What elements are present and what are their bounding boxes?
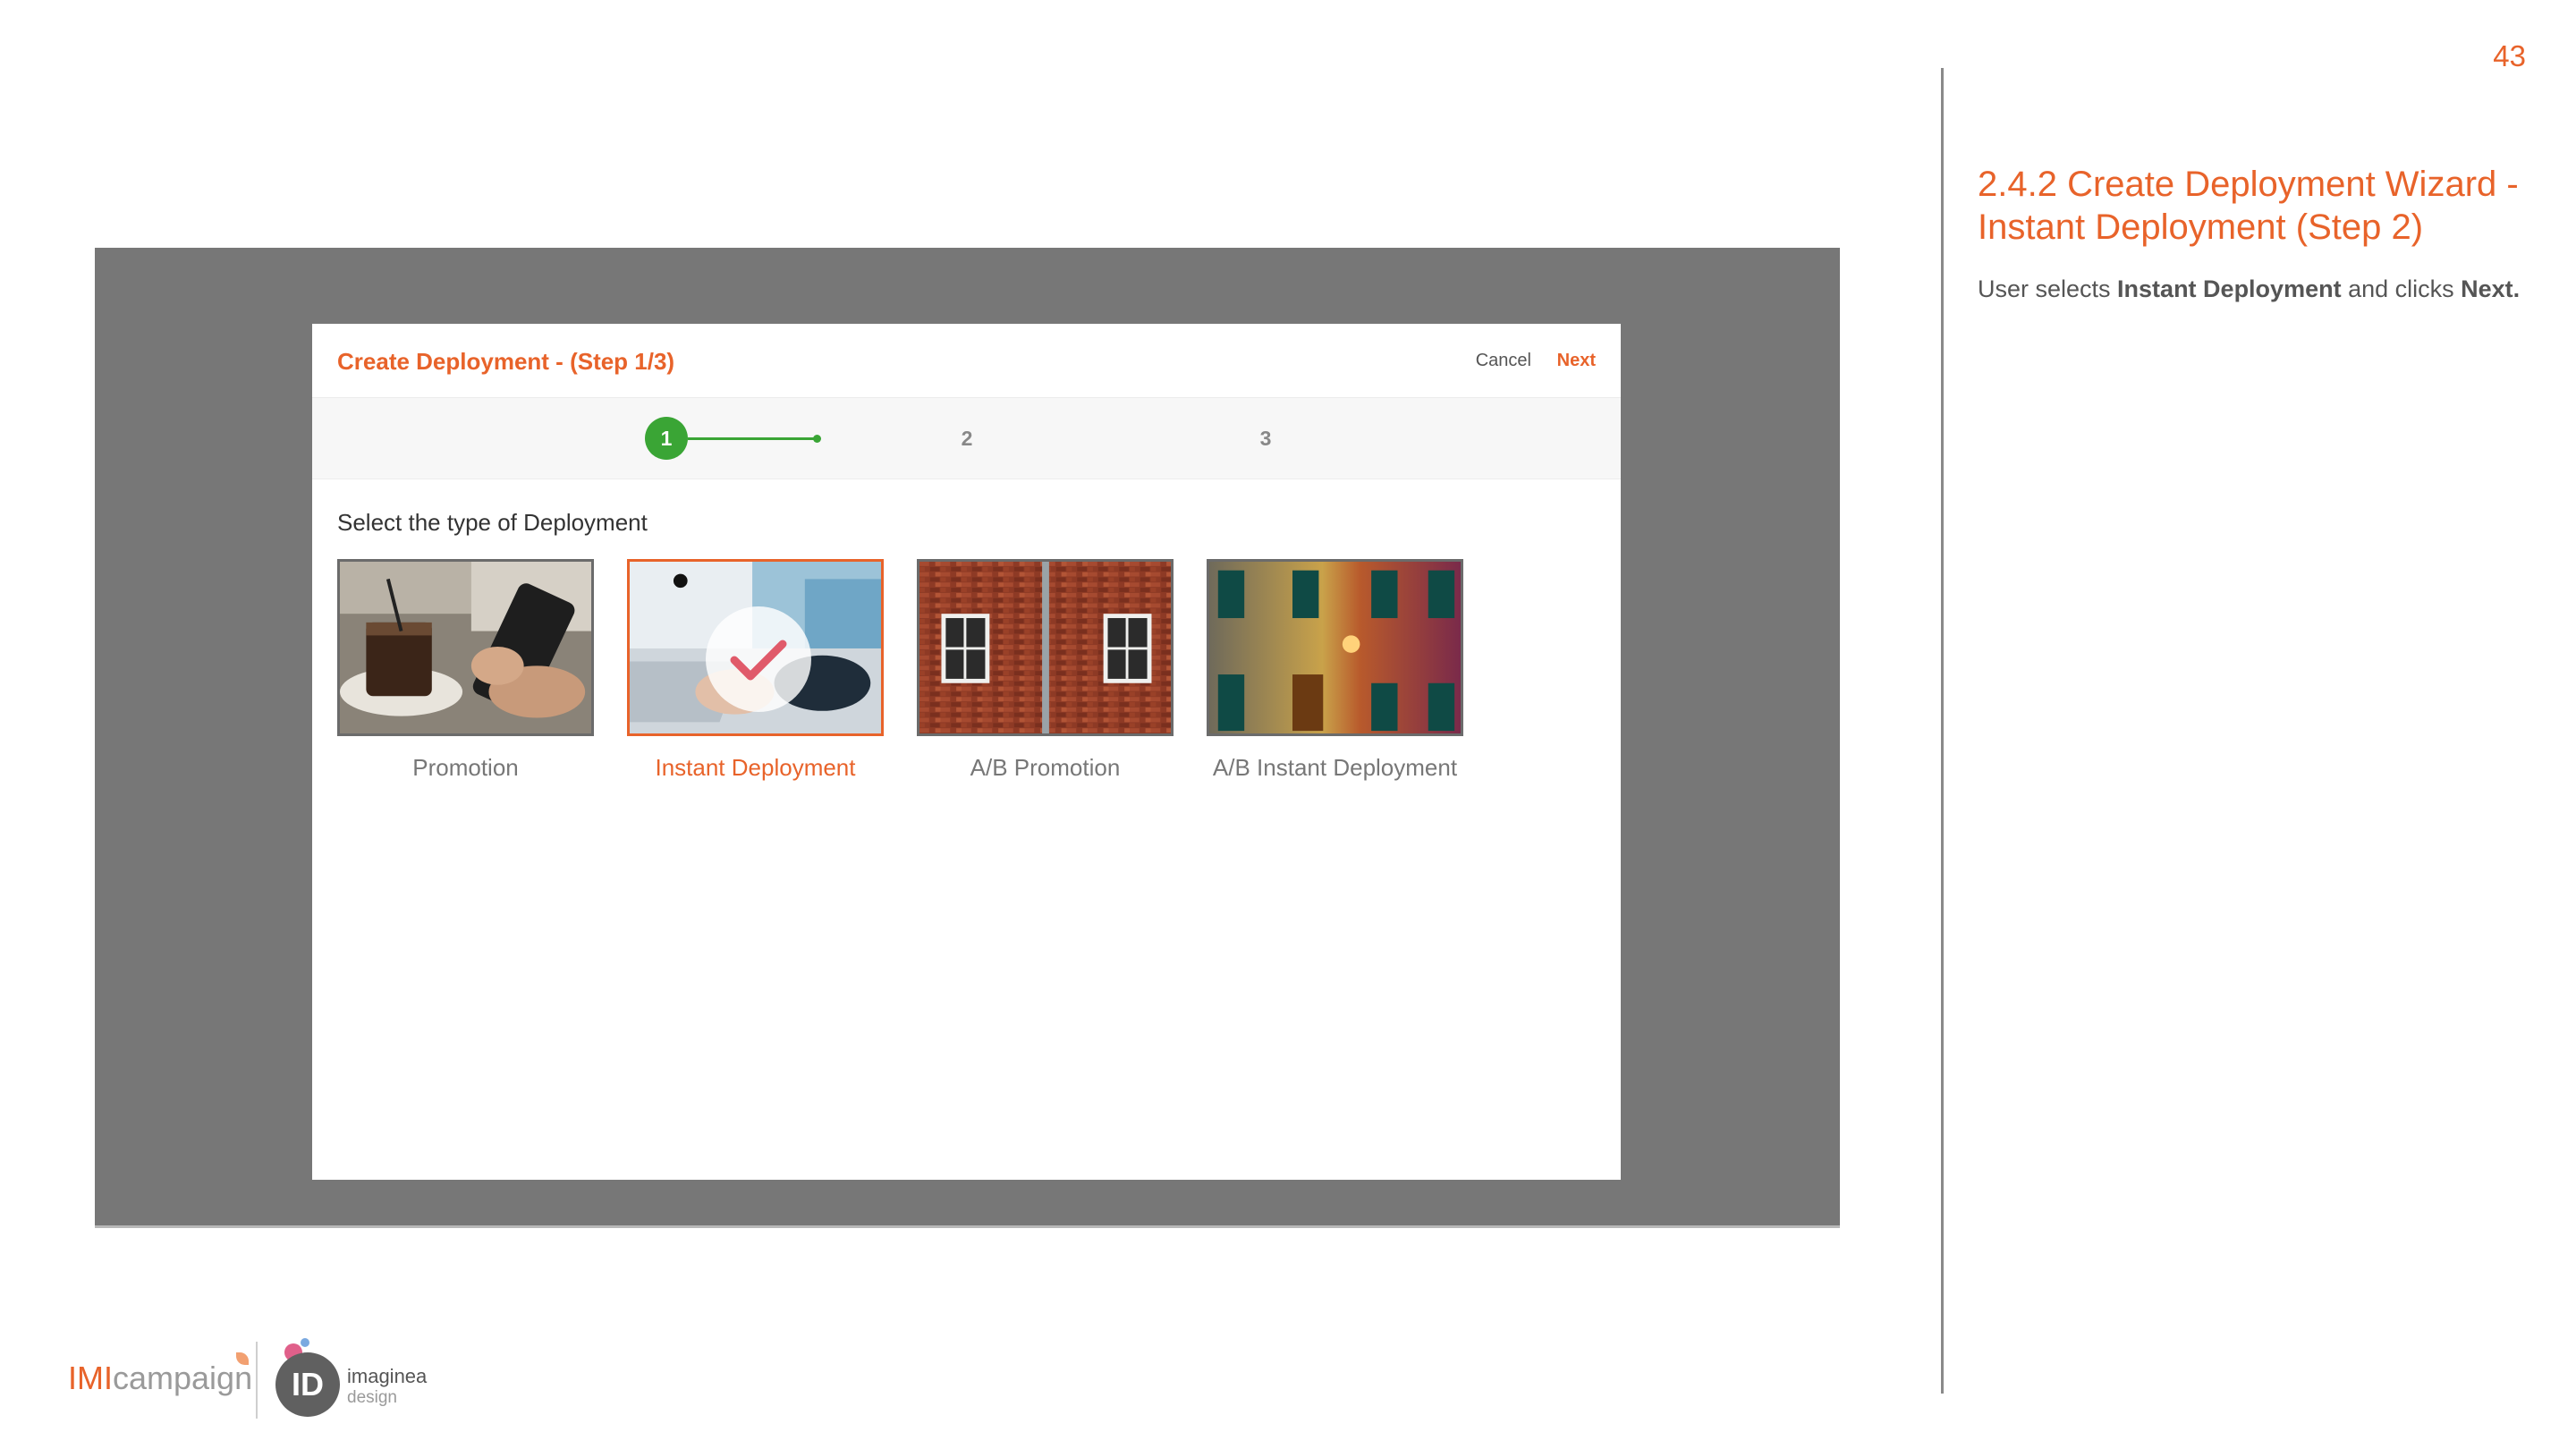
logo-design-text: design xyxy=(347,1388,397,1407)
card-label-promotion: Promotion xyxy=(412,754,519,781)
deployment-type-prompt: Select the type of Deployment xyxy=(337,509,648,536)
logo-id-text: ID xyxy=(292,1366,324,1402)
ab-instant-deployment-image xyxy=(1207,559,1463,736)
checkmark-icon xyxy=(730,640,787,681)
desc-middle: and clicks xyxy=(2341,275,2462,302)
step-3[interactable]: 3 xyxy=(1244,417,1287,460)
step-2[interactable]: 2 xyxy=(945,417,988,460)
step-connector xyxy=(688,437,817,440)
logo-imaginea-text: imaginea xyxy=(347,1365,428,1387)
card-label-ab-promotion: A/B Promotion xyxy=(970,754,1121,781)
card-label-instant-deployment: Instant Deployment xyxy=(655,754,856,781)
desc-prefix: User selects xyxy=(1978,275,2118,302)
step-1[interactable]: 1 xyxy=(645,417,688,460)
logo-dot-blue xyxy=(301,1338,309,1347)
promotion-image xyxy=(337,559,594,736)
next-button[interactable]: Next xyxy=(1557,351,1596,371)
selected-check-overlay xyxy=(706,606,811,712)
page-number: 43 xyxy=(2493,39,2526,72)
wizard-stepper: 1 2 3 xyxy=(312,398,1621,479)
imicampaign-logo: IMIcampaign xyxy=(68,1360,252,1397)
desc-bold-instant: Instant Deployment xyxy=(2117,275,2342,302)
instant-deployment-image xyxy=(627,559,884,736)
app-screen-backdrop: Create Deployment - (Step 1/3) Cancel Ne… xyxy=(95,248,1840,1225)
column-divider xyxy=(1941,68,1944,1394)
imaginea-id-logo: ID xyxy=(275,1352,340,1417)
modal-header: Create Deployment - (Step 1/3) Cancel Ne… xyxy=(312,324,1621,398)
section-title: 2.4.2 Create Deployment Wizard - Instant… xyxy=(1978,165,2519,247)
ab-promotion-image xyxy=(917,559,1174,736)
desc-bold-next: Next. xyxy=(2461,275,2521,302)
create-deployment-modal: Create Deployment - (Step 1/3) Cancel Ne… xyxy=(312,324,1621,1180)
modal-title: Create Deployment - (Step 1/3) xyxy=(337,348,675,375)
section-description: User selects Instant Deployment and clic… xyxy=(1978,272,2550,306)
logo-separator xyxy=(256,1342,258,1419)
logo-campaign-text: campaign xyxy=(113,1360,253,1396)
step-connector-dot xyxy=(813,435,821,443)
logo-imi-text: IMI xyxy=(68,1360,113,1396)
cancel-button[interactable]: Cancel xyxy=(1476,351,1531,371)
card-label-ab-instant-deployment: A/B Instant Deployment xyxy=(1212,754,1458,781)
